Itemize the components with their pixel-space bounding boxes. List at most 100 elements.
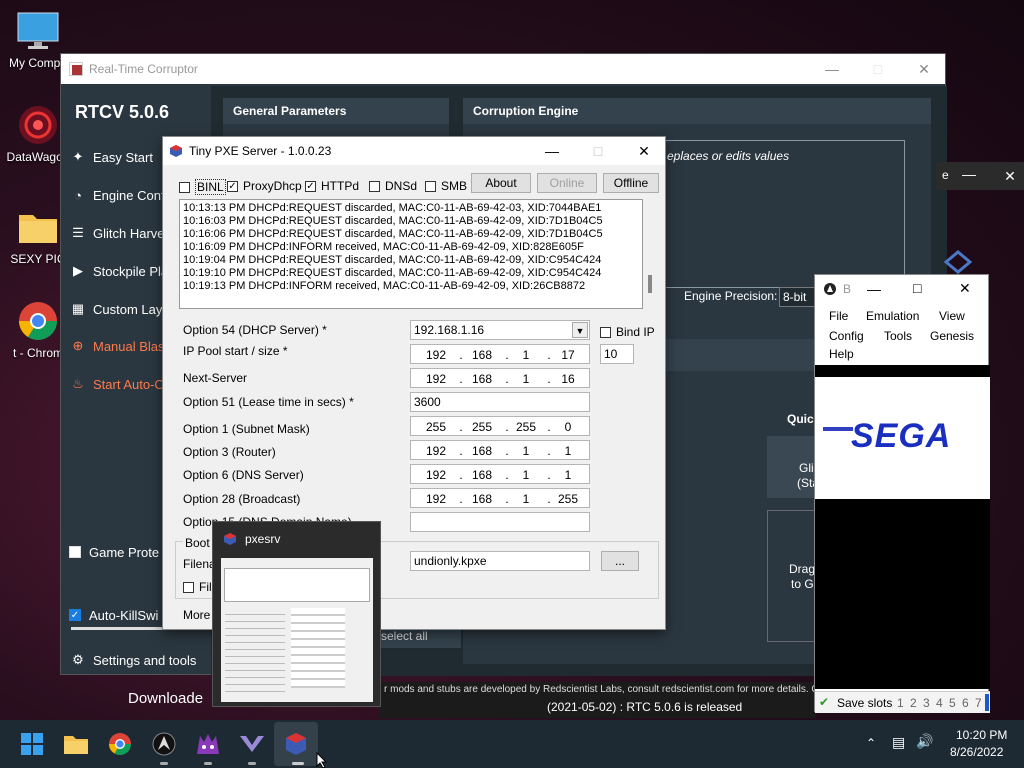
log-scrollbar[interactable] bbox=[645, 199, 657, 309]
menu-view[interactable]: View bbox=[939, 309, 965, 323]
checkbox[interactable] bbox=[69, 546, 81, 558]
close-button[interactable]: ✕ bbox=[959, 280, 971, 297]
checkbox-checked[interactable]: ✓ bbox=[69, 609, 81, 621]
clock-time[interactable]: 10:20 PM bbox=[956, 728, 1007, 742]
router-input[interactable]: 192. 168. 1. 1 bbox=[410, 440, 590, 460]
save-slot-5[interactable]: 5 bbox=[949, 696, 956, 710]
scrollbar-thumb[interactable] bbox=[648, 275, 652, 293]
maximize-button[interactable]: □ bbox=[855, 54, 901, 84]
start-button[interactable] bbox=[16, 728, 48, 760]
opt6-label: Option 6 (DNS Server) bbox=[183, 468, 304, 482]
close-button[interactable]: ✕ bbox=[901, 54, 947, 84]
save-slot-3[interactable]: 3 bbox=[923, 696, 930, 710]
nav-engine-config[interactable]: ◔ Engine Confi bbox=[69, 184, 167, 206]
maximize-button[interactable]: □ bbox=[575, 137, 621, 165]
play-icon: ▶ bbox=[73, 263, 83, 278]
minimize-button[interactable]: — bbox=[867, 281, 881, 297]
proxydhcp-checkbox[interactable]: ✓ ProxyDhcp bbox=[227, 179, 302, 193]
httpd-checkbox[interactable]: ✓ HTTPd bbox=[305, 179, 359, 193]
ip-pool-start-input[interactable]: 192. 168. 1. 17 bbox=[410, 344, 590, 364]
menu-help[interactable]: Help bbox=[829, 347, 854, 361]
taskbar: ⌃ ▤ 🔊 10:20 PM 8/26/2022 bbox=[0, 720, 1024, 768]
subnet-mask-input[interactable]: 255. 255. 255. 0 bbox=[410, 416, 590, 436]
auto-killswitch-toggle[interactable]: ✓ Auto-KillSwi bbox=[69, 604, 158, 626]
general-parameters-header: General Parameters bbox=[223, 98, 449, 124]
rtcv-app-icon bbox=[69, 62, 83, 76]
nav-custom-layout[interactable]: ▦ Custom Layo bbox=[69, 298, 170, 320]
next-server-input[interactable]: 192. 168. 1. 16 bbox=[410, 368, 590, 388]
volume-icon[interactable]: 🔊 bbox=[916, 733, 933, 750]
nav-stockpile-player[interactable]: ▶ Stockpile Pla bbox=[69, 260, 168, 282]
broadcast-input[interactable]: 192. 168. 1. 255 bbox=[410, 488, 590, 508]
online-button[interactable]: Online bbox=[537, 173, 597, 193]
minimize-button[interactable]: — bbox=[962, 166, 976, 182]
offline-button[interactable]: Offline bbox=[603, 173, 659, 193]
close-button[interactable]: ✕ bbox=[996, 162, 1024, 190]
menu-config[interactable]: Config bbox=[829, 329, 864, 343]
octet: 168 bbox=[471, 468, 493, 482]
pxe-app-icon bbox=[169, 144, 183, 158]
save-slot-1[interactable]: 1 bbox=[897, 696, 904, 710]
chevron-down-icon[interactable]: ▼ bbox=[572, 322, 588, 338]
bind-ip-checkbox[interactable]: Bind IP bbox=[600, 325, 655, 339]
save-slot-7[interactable]: 7 bbox=[975, 696, 982, 710]
crosshair-icon: ⊕ bbox=[72, 338, 84, 353]
more-link[interactable]: More bbox=[183, 608, 210, 622]
pxesrv-taskbar-button[interactable] bbox=[280, 728, 312, 760]
about-button[interactable]: About bbox=[471, 173, 531, 193]
file-explorer-button[interactable] bbox=[60, 728, 92, 760]
menu-genesis[interactable]: Genesis bbox=[930, 329, 974, 343]
menu-file[interactable]: File bbox=[829, 309, 848, 323]
nav-easy-start[interactable]: ✦ Easy Start bbox=[69, 146, 153, 168]
octet: 192 bbox=[425, 444, 447, 458]
maximize-button[interactable]: □ bbox=[913, 280, 921, 296]
rtcv-brand: RTCV 5.0.6 bbox=[75, 102, 170, 122]
nav-manual-blast[interactable]: ⊕ Manual Blas bbox=[69, 335, 165, 357]
minimize-button[interactable]: — bbox=[529, 137, 575, 165]
clock-date[interactable]: 8/26/2022 bbox=[950, 745, 1003, 759]
windows-icon bbox=[21, 733, 43, 755]
log-line: 10:19:10 PM DHCPd:REQUEST discarded, MAC… bbox=[183, 267, 602, 279]
smb-checkbox[interactable]: SMB bbox=[425, 179, 467, 193]
log-listbox[interactable]: 10:13:13 PM DHCPd:REQUEST discarded, MAC… bbox=[179, 199, 643, 309]
rtcv-release-text: (2021-05-02) : RTC 5.0.6 is released bbox=[547, 700, 743, 714]
filename-input[interactable]: undionly.kpxe bbox=[410, 551, 590, 571]
game-protection-toggle[interactable]: Game Prote bbox=[69, 541, 159, 563]
save-slot-2[interactable]: 2 bbox=[910, 696, 917, 710]
menu-tools[interactable]: Tools bbox=[884, 329, 912, 343]
save-slot-6[interactable]: 6 bbox=[962, 696, 969, 710]
dns-server-input[interactable]: 192. 168. 1. 1 bbox=[410, 464, 590, 484]
pxe-titlebar[interactable]: Tiny PXE Server - 1.0.0.23 — □ ✕ bbox=[163, 137, 665, 165]
dnsd-checkbox[interactable]: DNSd bbox=[369, 179, 417, 193]
taskbar-thumbnail-preview[interactable]: pxesrv bbox=[212, 521, 381, 707]
menu-emulation[interactable]: Emulation bbox=[866, 309, 919, 323]
nav-label: Glitch Harve bbox=[93, 225, 165, 241]
app-taskbar-button[interactable] bbox=[236, 728, 268, 760]
octet: 16 bbox=[561, 372, 575, 386]
rtcv-taskbar-button[interactable] bbox=[192, 728, 224, 760]
chevron-up-icon[interactable]: ⌃ bbox=[866, 736, 876, 750]
layers-icon: ☰ bbox=[72, 225, 84, 240]
save-slot-4[interactable]: 4 bbox=[936, 696, 943, 710]
settings-and-tools[interactable]: ⚙ Settings and tools bbox=[69, 649, 196, 671]
nav-label: Easy Start bbox=[93, 149, 153, 165]
emulator-titlebar[interactable]: B — □ ✕ bbox=[815, 275, 988, 303]
browse-button[interactable]: ... bbox=[601, 551, 639, 571]
chrome-taskbar-button[interactable] bbox=[104, 728, 136, 760]
ip-pool-size-input[interactable]: 10 bbox=[600, 344, 634, 364]
triangle-logo-icon bbox=[240, 736, 264, 752]
nav-glitch-harvester[interactable]: ☰ Glitch Harve bbox=[69, 222, 165, 244]
minimize-button[interactable]: — bbox=[809, 54, 855, 84]
lease-time-input[interactable]: 3600 bbox=[410, 392, 590, 412]
rtcv-titlebar[interactable]: Real-Time Corruptor — □ ✕ bbox=[61, 54, 945, 84]
nav-start-auto-corrupt[interactable]: ♨ Start Auto-C bbox=[69, 373, 164, 395]
glitch-label-1: Gli bbox=[799, 461, 814, 475]
bizhawk-taskbar-button[interactable] bbox=[148, 728, 180, 760]
network-icon[interactable]: ▤ bbox=[892, 734, 905, 751]
close-button[interactable]: ✕ bbox=[621, 137, 667, 165]
dns-domain-input[interactable] bbox=[410, 512, 590, 532]
pxe-app-icon bbox=[223, 532, 237, 546]
octet: 1 bbox=[564, 444, 572, 458]
binl-checkbox[interactable]: BINL bbox=[179, 179, 226, 195]
opt54-select[interactable]: 192.168.1.16 ▼ bbox=[410, 320, 590, 340]
